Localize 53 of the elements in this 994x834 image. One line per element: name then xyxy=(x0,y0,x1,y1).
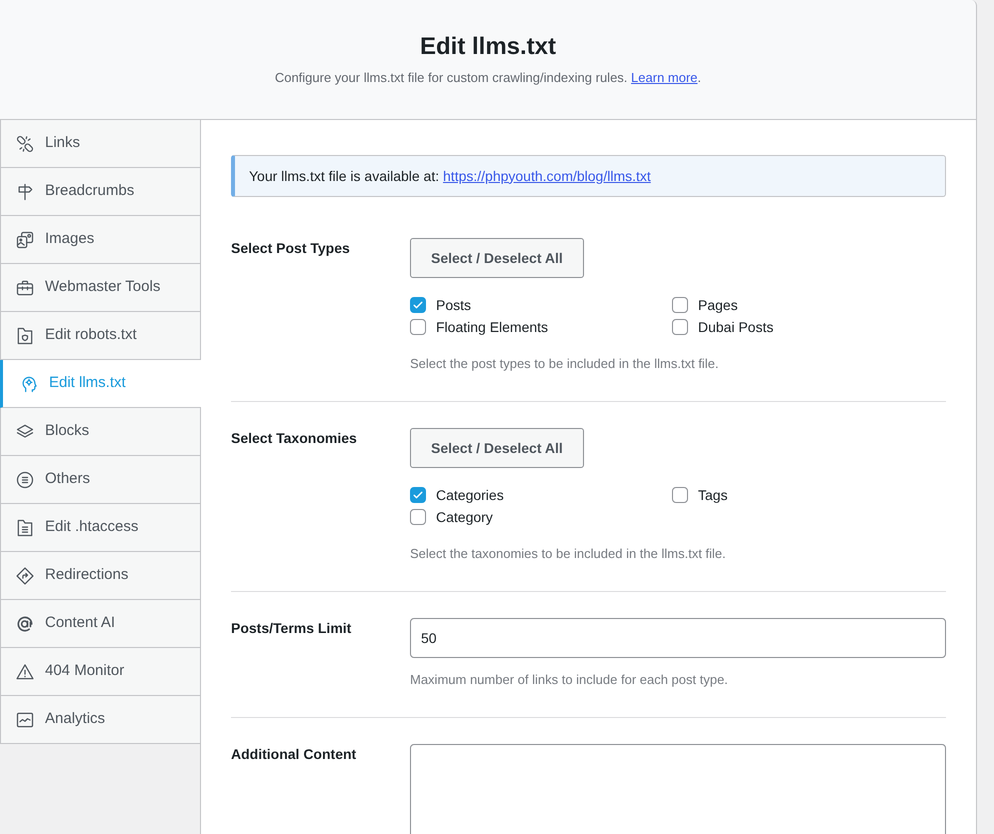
llms-file-link[interactable]: https://phpyouth.com/blog/llms.txt xyxy=(443,168,651,184)
at-sign-icon xyxy=(15,614,35,634)
sidebar-item[interactable]: Blocks xyxy=(0,408,200,456)
briefcase-icon xyxy=(15,278,35,298)
checkbox[interactable] xyxy=(410,509,426,525)
checkbox-label: Floating Elements xyxy=(436,318,548,337)
checkmark-icon xyxy=(412,299,424,311)
sidebar-item[interactable]: Images xyxy=(0,216,200,264)
checkbox-label: Posts xyxy=(436,296,472,314)
number-input[interactable]: 50 xyxy=(410,618,946,658)
select-all-button[interactable]: Select / Deselect All xyxy=(410,428,584,468)
page-subtitle: Configure your llms.txt file for custom crawling/indexing rules. Learn more. xyxy=(274,69,702,87)
sidebar-item[interactable]: Analytics xyxy=(0,696,200,744)
field-label: Select Taxonomies xyxy=(231,429,358,448)
field-description: Select the taxonomies to be included in the llms.txt file. xyxy=(410,545,727,563)
checkmark-icon xyxy=(412,489,424,501)
images-icon xyxy=(15,230,35,250)
checkbox-label: Dubai Posts xyxy=(698,318,774,336)
notice-text: Your llms.txt file is available at: https://phpyouth.com/blog/llms.txt xyxy=(249,166,651,186)
sidebar-item[interactable]: 404 Monitor xyxy=(0,648,200,696)
field-label: Posts/Terms Limit xyxy=(231,619,352,638)
folder-shield-icon xyxy=(15,326,35,346)
sidebar-item[interactable]: Webmaster Tools xyxy=(0,264,200,312)
diamond-arrow-icon xyxy=(15,566,35,586)
learn-more-link[interactable]: Learn more xyxy=(631,70,698,85)
broken-link-icon xyxy=(15,134,35,154)
sidebar-item[interactable]: Breadcrumbs xyxy=(0,168,200,216)
page-title: Edit llms.txt xyxy=(420,32,556,62)
checkbox[interactable] xyxy=(410,297,426,313)
line-chart-icon xyxy=(15,710,35,730)
checkbox-label: Tags xyxy=(698,486,728,505)
sidebar-item[interactable]: Others xyxy=(0,456,200,504)
checkbox-label: Pages xyxy=(698,296,738,315)
sidebar-item[interactable]: Links xyxy=(0,120,200,168)
field-label: Select Post Types xyxy=(231,239,351,258)
sidebar-item[interactable]: Redirections xyxy=(0,552,200,600)
sidebar-item[interactable]: Content AI xyxy=(0,600,200,648)
list-circle-icon xyxy=(15,470,35,490)
field-description: Select the post types to be included in the llms.txt file. xyxy=(410,355,720,373)
field-description: Maximum number of links to include for each post type. xyxy=(410,671,729,689)
checkbox-label: Categories xyxy=(436,486,504,505)
checkbox[interactable] xyxy=(672,487,688,503)
sidebar-item[interactable]: Edit .htaccess xyxy=(0,504,200,552)
checkbox-label: Category xyxy=(436,508,493,527)
checkbox[interactable] xyxy=(410,319,426,335)
field-label: Additional Content xyxy=(231,745,358,764)
checkbox[interactable] xyxy=(672,319,688,335)
checkbox[interactable] xyxy=(672,297,688,313)
sidebar-item[interactable]: Edit robots.txt xyxy=(0,312,200,360)
folder-lines-icon xyxy=(15,518,35,538)
checkbox[interactable] xyxy=(410,487,426,503)
warning-icon xyxy=(15,662,35,682)
select-all-button[interactable]: Select / Deselect All xyxy=(410,238,584,278)
